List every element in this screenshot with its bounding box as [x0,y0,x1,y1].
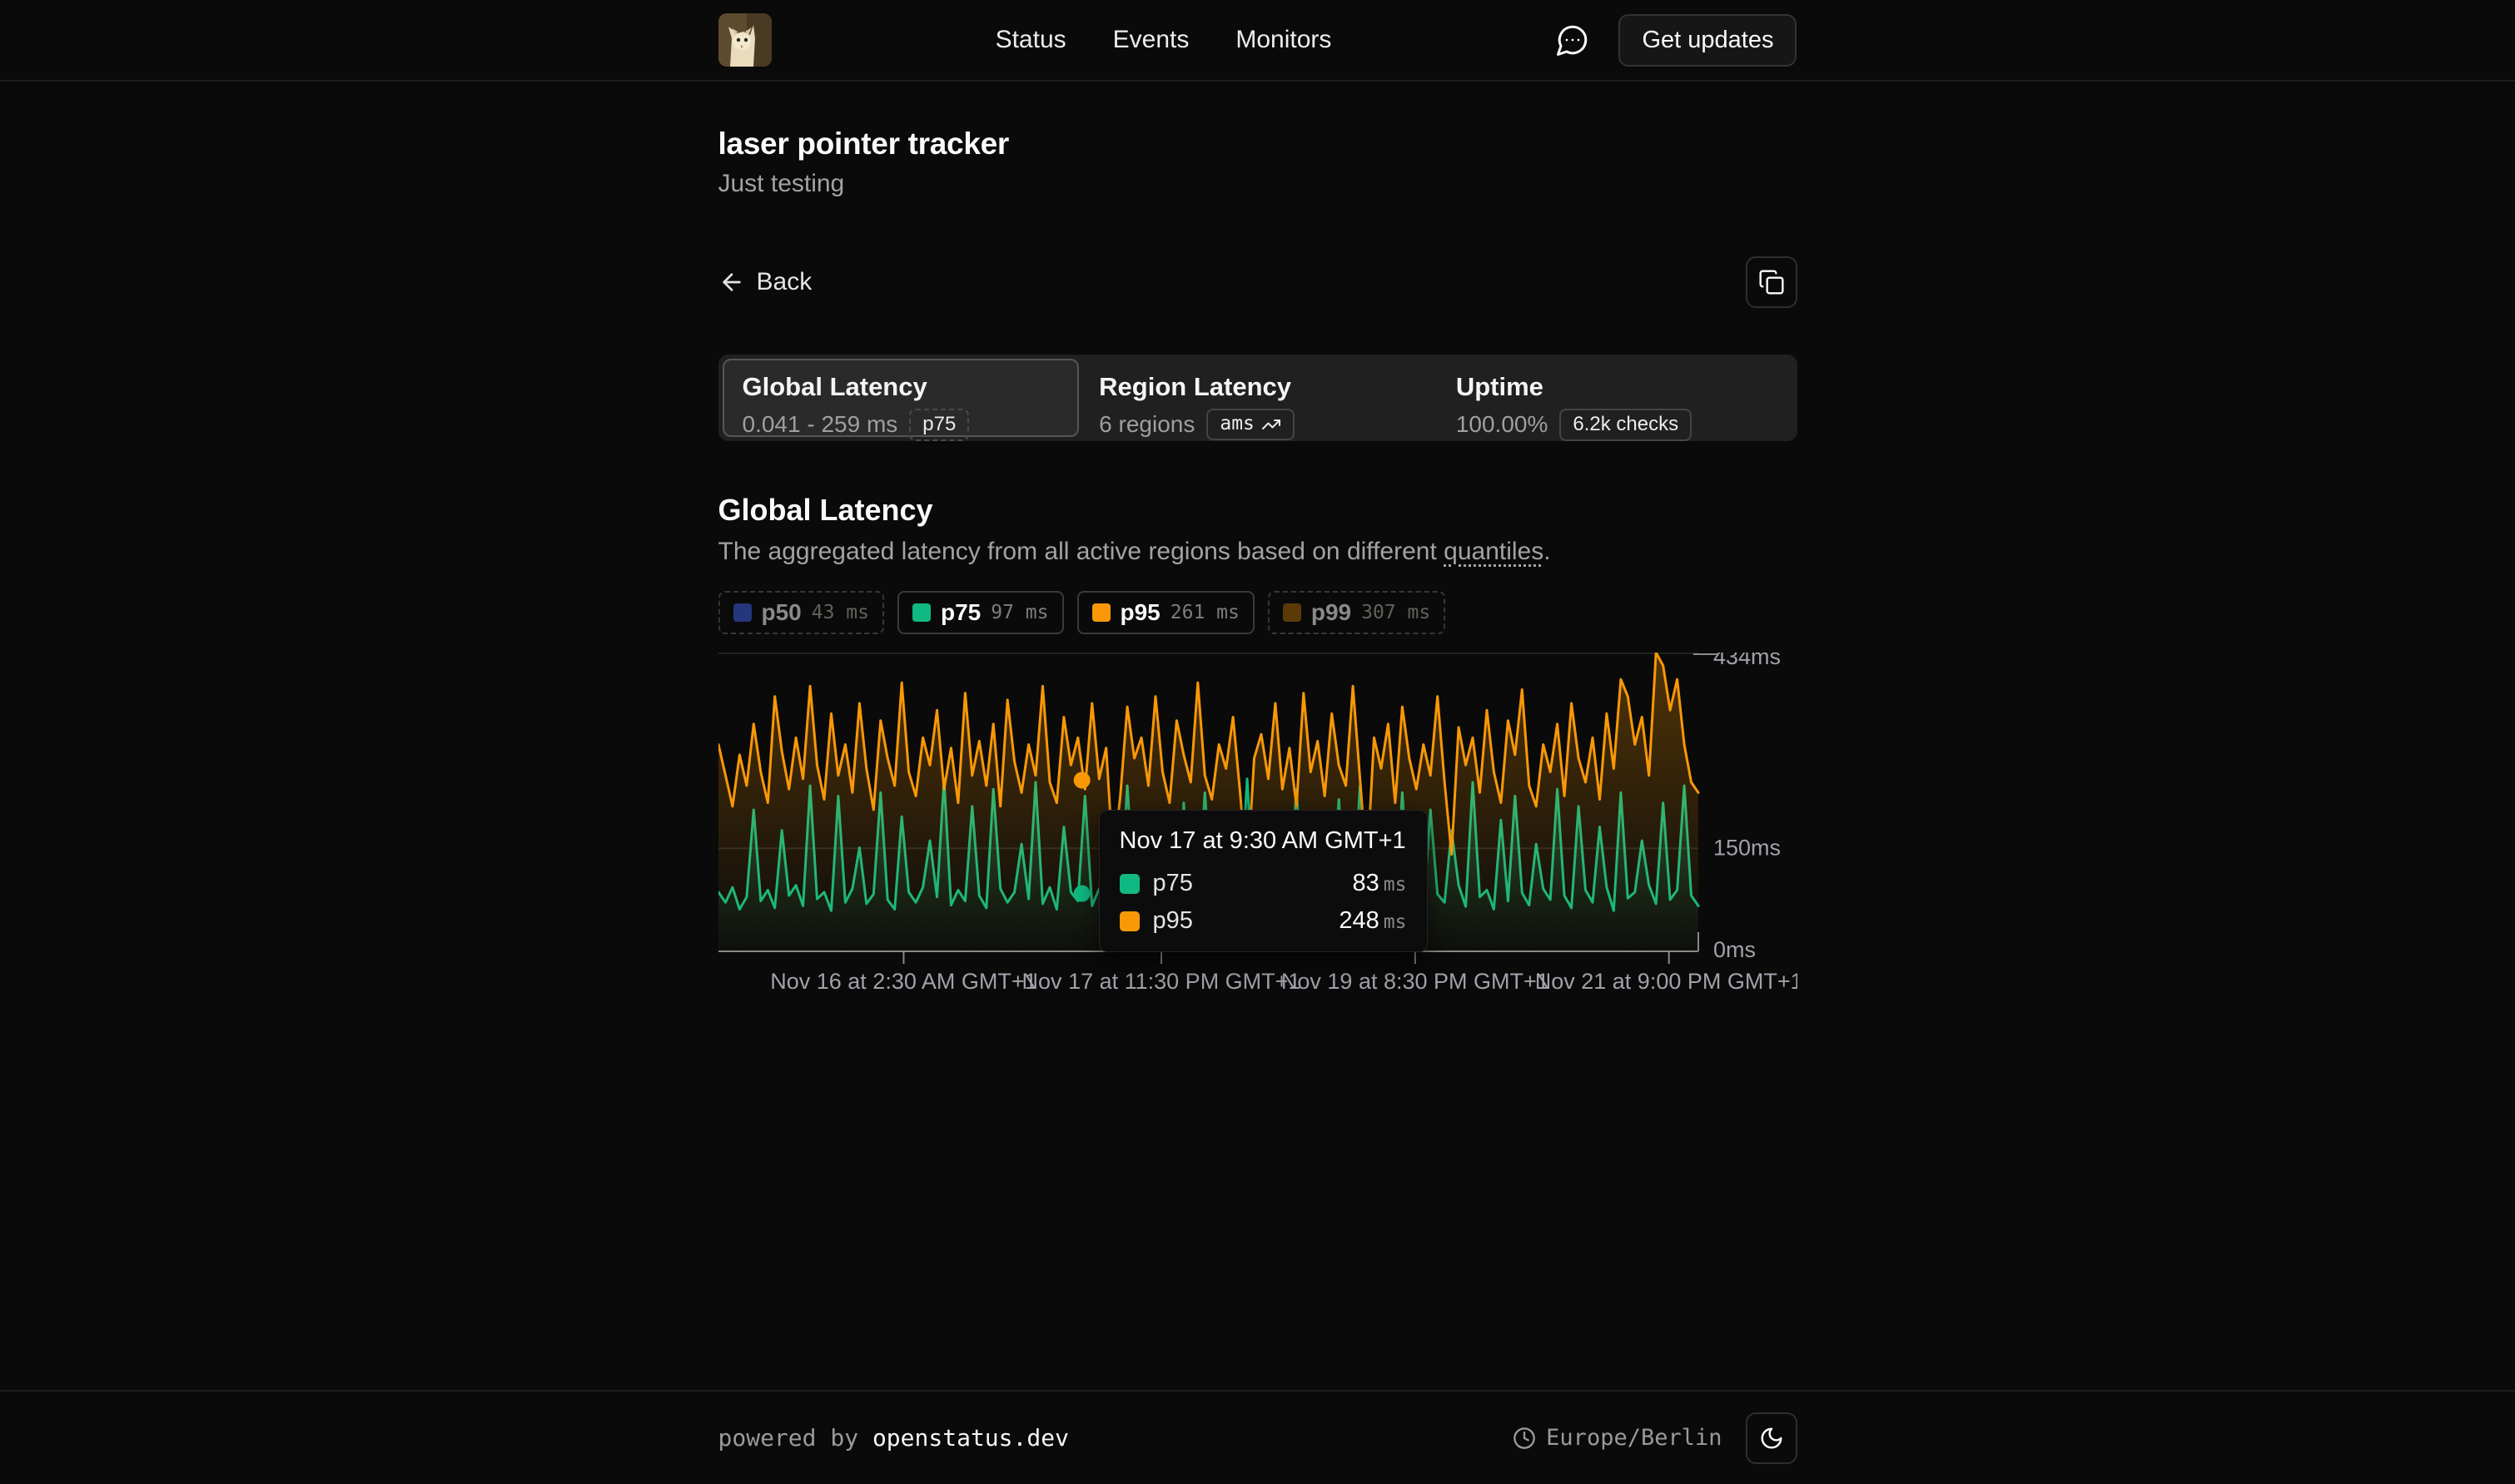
legend-value: 97 ms [991,602,1048,623]
tab-value-text: 0.041 - 259 ms [743,411,898,438]
hover-dot-p75 [1073,886,1090,902]
back-button[interactable]: Back [718,268,813,296]
trending-up-icon [1261,414,1281,434]
cat-logo-image [718,13,772,67]
tooltip-row: p75 83ms [1120,870,1407,897]
x-tick-label: Nov 17 at 11:30 PM GMT+1 [1021,969,1300,994]
checks-badge: 6.2k checks [1559,409,1692,441]
nav-link-events[interactable]: Events [1113,26,1190,54]
tooltip-series-label: p75 [1153,870,1193,897]
section-description: The aggregated latency from all active r… [718,538,1797,566]
legend-label: p95 [1121,599,1161,626]
moon-icon [1759,1426,1784,1451]
legend-label: p75 [941,599,981,626]
region-badge: ams [1206,409,1295,440]
tooltip-unit: ms [1384,911,1407,933]
legend-value: 261 ms [1171,602,1240,623]
status-page: Status Events Monitors Get updates [0,0,2515,1484]
timezone: Europe/Berlin [1513,1425,1722,1451]
page-title: laser pointer tracker [718,127,1797,161]
legend-value: 307 ms [1361,602,1430,623]
arrow-left-icon [718,269,745,295]
tooltip-series-label: p95 [1153,907,1193,935]
openstatus-link[interactable]: openstatus.dev [872,1424,1069,1452]
legend-badge-p95[interactable]: p95 261 ms [1077,591,1255,634]
latency-chart[interactable]: Nov 16 at 2:30 AM GMT+1Nov 17 at 11:30 P… [718,653,1797,1010]
theme-toggle-button[interactable] [1746,1412,1797,1464]
nav-links: Status Events Monitors [996,26,1332,54]
y-tick-label: 434ms [1713,653,1781,669]
metric-tabs: Global Latency 0.041 - 259 ms p75 Region… [718,355,1797,441]
tab-value-text: 100.00% [1456,411,1548,438]
powered-by: powered by openstatus.dev [718,1424,1069,1452]
chart-legend: p50 43 ms p75 97 ms p95 261 ms p99 307 ms [718,591,1797,634]
tooltip-value: 83 [1353,870,1379,897]
nav-link-monitors[interactable]: Monitors [1235,26,1331,54]
legend-label: p50 [762,599,802,626]
copy-link-button[interactable] [1746,256,1797,308]
tab-title: Region Latency [1099,372,1416,402]
legend-swatch [733,603,752,622]
x-tick-label: Nov 21 at 9:00 PM GMT+1 [1534,969,1797,994]
get-updates-button[interactable]: Get updates [1618,14,1797,67]
tab-region-latency[interactable]: Region Latency 6 regions ams [1079,359,1436,437]
x-tick-label: Nov 16 at 2:30 AM GMT+1 [770,969,1036,994]
hover-dot-p95 [1073,772,1090,788]
legend-value: 43 ms [812,602,869,623]
tooltip-row: p95 248ms [1120,907,1407,935]
page-description: Just testing [718,170,1797,198]
legend-swatch [1092,603,1111,622]
nav-link-status[interactable]: Status [996,26,1066,54]
quantiles-link[interactable]: quantiles [1444,538,1543,565]
legend-badge-p99[interactable]: p99 307 ms [1268,591,1445,634]
legend-badge-p50[interactable]: p50 43 ms [718,591,885,634]
tooltip-swatch [1120,874,1140,894]
logo-cat-avatar[interactable] [718,13,772,67]
main-content: laser pointer tracker Just testing Back [0,82,2515,1390]
chart-tooltip: Nov 17 at 9:30 AM GMT+1 p75 83ms p95 248ms [1099,810,1428,952]
message-bubble-icon [1555,22,1590,57]
quantile-badge: p75 [909,409,969,441]
feedback-chat-button[interactable] [1555,22,1590,57]
y-tick-label: 0ms [1713,937,1756,962]
tab-title: Global Latency [743,372,1060,402]
legend-swatch [912,603,931,622]
tab-title: Uptime [1456,372,1773,402]
x-tick-label: Nov 19 at 8:30 PM GMT+1 [1280,969,1548,994]
section-title: Global Latency [718,493,1797,528]
footer: powered by openstatus.dev Europe/Berlin [0,1390,2515,1484]
copy-icon [1758,269,1785,295]
tab-value-text: 6 regions [1099,411,1195,438]
clock-icon [1513,1427,1536,1450]
tab-uptime[interactable]: Uptime 100.00% 6.2k checks [1436,359,1793,437]
tooltip-swatch [1120,911,1140,931]
legend-label: p99 [1311,599,1351,626]
y-tick-label: 150ms [1713,835,1781,860]
tooltip-unit: ms [1384,874,1407,896]
tooltip-value: 248 [1339,907,1379,935]
top-nav: Status Events Monitors Get updates [0,0,2515,82]
legend-badge-p75[interactable]: p75 97 ms [897,591,1064,634]
tooltip-rows: p75 83ms p95 248ms [1120,870,1407,935]
tab-global-latency[interactable]: Global Latency 0.041 - 259 ms p75 [723,359,1080,437]
legend-swatch [1283,603,1301,622]
tooltip-title: Nov 17 at 9:30 AM GMT+1 [1120,827,1407,855]
